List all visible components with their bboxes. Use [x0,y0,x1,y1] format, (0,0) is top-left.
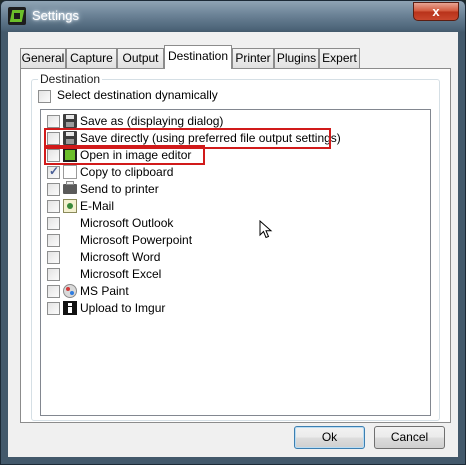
excel-label: Microsoft Excel [80,267,162,281]
settings-window: Settings x General Capture Output Destin… [0,0,466,465]
paint-palette-icon [63,284,77,298]
cancel-button[interactable]: Cancel [374,426,445,449]
email-label: E-Mail [80,199,115,213]
destination-tab-panel: Destination Select destination dynamical… [20,68,451,423]
tab-output[interactable]: Output [117,48,164,68]
highlight-open-in-editor [44,145,205,165]
tab-general[interactable]: General [20,48,66,68]
destination-list[interactable]: Save as (displaying dialog) Save directl… [40,109,431,416]
printer-icon [63,181,77,194]
list-item-copy-to-clipboard[interactable]: Copy to clipboard [41,164,430,181]
title-bar[interactable]: Settings x [1,1,465,31]
tab-destination[interactable]: Destination [164,45,232,69]
ms-paint-checkbox[interactable] [47,285,60,298]
tab-plugins[interactable]: Plugins [274,48,319,68]
imgur-label: Upload to Imgur [80,301,166,315]
floppy-icon [63,114,77,128]
word-checkbox[interactable] [47,251,60,264]
imgur-icon [63,301,77,315]
save-as-checkbox[interactable] [47,115,60,128]
list-item-ms-paint[interactable]: MS Paint [41,283,430,300]
copy-to-clipboard-checkbox[interactable] [47,164,60,179]
powerpoint-label: Microsoft Powerpoint [80,233,193,247]
outlook-label: Microsoft Outlook [80,216,174,230]
email-icon [63,199,77,213]
save-as-label: Save as (displaying dialog) [80,114,224,128]
tab-printer[interactable]: Printer [232,48,274,68]
copy-to-clipboard-label: Copy to clipboard [80,165,174,179]
select-dynamically-checkbox[interactable] [38,90,51,103]
list-item-powerpoint[interactable]: Microsoft Powerpoint [41,232,430,249]
tab-capture[interactable]: Capture [66,48,117,68]
list-item-outlook[interactable]: Microsoft Outlook [41,215,430,232]
window-title: Settings [32,8,79,23]
email-checkbox[interactable] [47,200,60,213]
ok-button[interactable]: Ok [294,426,365,449]
list-item-imgur[interactable]: Upload to Imgur [41,300,430,317]
mouse-cursor-icon [259,220,273,239]
clipboard-icon [63,165,77,179]
list-item-send-to-printer[interactable]: Send to printer [41,181,430,198]
excel-checkbox[interactable] [47,268,60,281]
list-item-word[interactable]: Microsoft Word [41,249,430,266]
imgur-checkbox[interactable] [47,302,60,315]
destination-group-label: Destination [38,72,103,86]
tab-expert[interactable]: Expert [319,48,360,68]
list-item-excel[interactable]: Microsoft Excel [41,266,430,283]
outlook-checkbox[interactable] [47,217,60,230]
select-dynamically-option[interactable]: Select destination dynamically [38,88,338,105]
dialog-client: General Capture Output Destination Print… [8,32,458,457]
list-item-email[interactable]: E-Mail [41,198,430,215]
send-to-printer-checkbox[interactable] [47,183,60,196]
destination-group: Destination Select destination dynamical… [31,72,440,421]
ms-paint-label: MS Paint [80,284,129,298]
greenshot-app-icon [8,7,26,25]
send-to-printer-label: Send to printer [80,182,159,196]
powerpoint-checkbox[interactable] [47,234,60,247]
close-button[interactable]: x [413,2,459,21]
select-dynamically-label: Select destination dynamically [57,88,218,102]
word-label: Microsoft Word [80,250,161,264]
